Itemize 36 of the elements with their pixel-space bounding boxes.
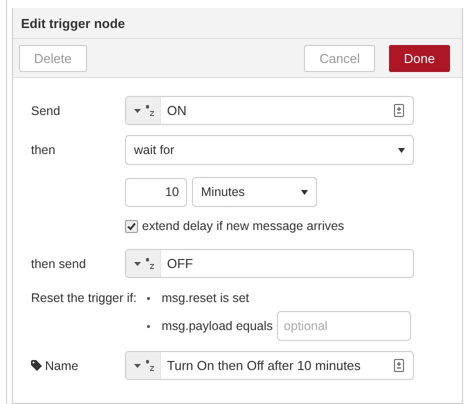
text-input[interactable]: ON [125, 96, 414, 125]
checkbox-label: extend delay if new message arrives [142, 219, 344, 233]
expand-editor-icon[interactable] [394, 104, 404, 117]
expand-editor-icon[interactable] [394, 359, 404, 372]
field-label: then send [31, 256, 87, 270]
type-selector[interactable] [126, 352, 161, 379]
type-selector[interactable] [126, 97, 161, 124]
type-selector[interactable] [126, 250, 161, 277]
field-label: Name [45, 358, 78, 372]
number-field[interactable]: 10 [125, 178, 187, 206]
text-input[interactable]: OFF [125, 249, 414, 278]
units-select[interactable]: Minutes [192, 177, 317, 207]
select-field[interactable]: wait for [125, 135, 414, 165]
caret-icon [301, 190, 308, 194]
bullet-icon [146, 324, 150, 328]
field-label: then [31, 143, 56, 157]
field-label: Reset the trigger if: [31, 291, 137, 305]
text-input[interactable]: Turn On then Off after 10 minutes [125, 351, 414, 380]
checkbox[interactable] [125, 220, 138, 232]
input-value: OFF [166, 256, 194, 271]
caret-icon [134, 364, 141, 368]
caret-icon [134, 108, 141, 112]
string-type-icon [146, 258, 154, 269]
condition-text: msg.payload equals [162, 319, 273, 333]
condition-text: msg.reset is set [162, 291, 250, 305]
tag-icon [31, 360, 42, 371]
string-type-icon [146, 360, 154, 371]
dialog-title: Edit trigger node [21, 16, 125, 30]
field-label: Send [31, 104, 62, 118]
input-value: ON [166, 103, 188, 118]
caret-icon [134, 262, 141, 266]
input-value: Turn On then Off after 10 minutes [166, 358, 362, 373]
bullet-icon [146, 296, 150, 300]
string-type-icon [146, 105, 154, 116]
caret-icon [398, 148, 405, 152]
done-button[interactable]: Done [388, 44, 450, 72]
